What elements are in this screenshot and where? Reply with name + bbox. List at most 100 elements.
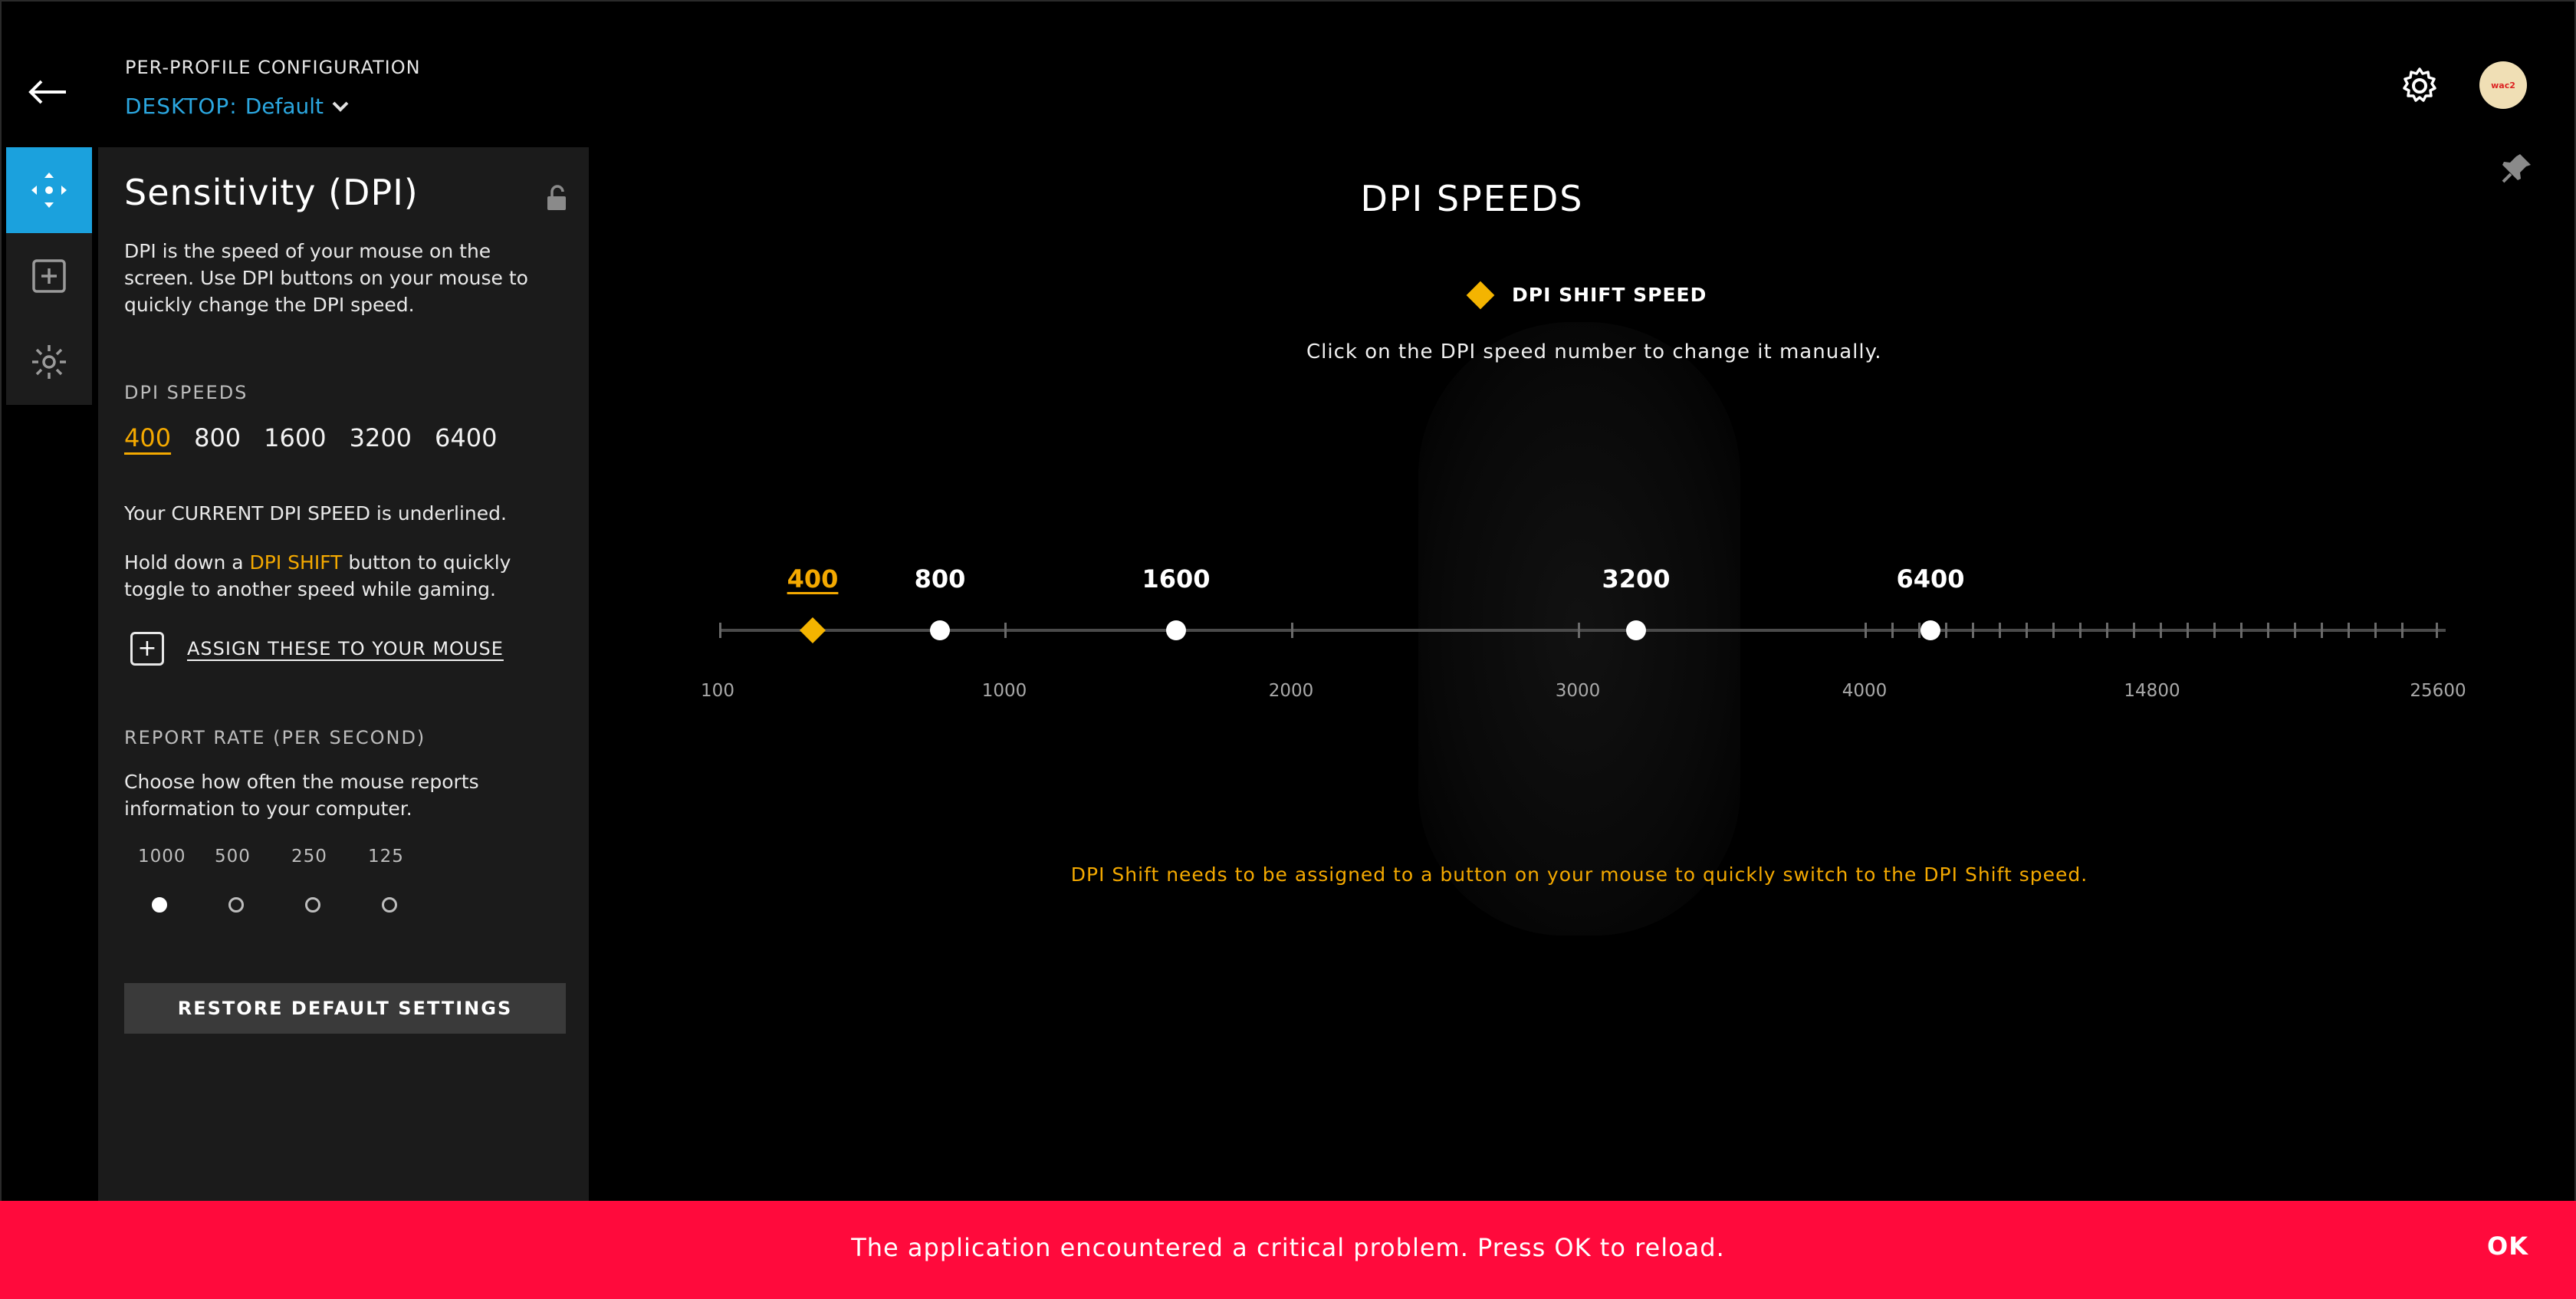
plus-box-icon — [32, 259, 66, 293]
dpi-shift-note-pre: Hold down a — [124, 551, 250, 574]
slider-tick — [1999, 623, 2001, 638]
dpi-speed-list: 400 800 1600 3200 6400 — [124, 423, 497, 452]
pin-icon — [2502, 154, 2531, 183]
assign-to-mouse-link[interactable]: + ASSIGN THESE TO YOUR MOUSE — [130, 632, 504, 666]
slider-tick — [2321, 623, 2323, 638]
tool-rail — [6, 147, 92, 405]
slider-tick — [2106, 623, 2108, 638]
panel-title: Sensitivity (DPI) — [124, 172, 419, 213]
report-rate-option: 1000 — [138, 847, 215, 913]
report-rate-heading: REPORT RATE (PER SECOND) — [124, 727, 426, 748]
slider-tick — [1578, 623, 1580, 638]
slider-tick — [2160, 623, 2162, 638]
axis-label: 100 — [701, 681, 734, 701]
report-rate-radio-1000[interactable] — [152, 897, 167, 913]
axis-label: 25600 — [2410, 681, 2466, 701]
profile-value: Default — [245, 94, 324, 119]
slider-tick — [2294, 623, 2296, 638]
axis-label: 2000 — [1268, 681, 1314, 701]
report-rate-description: Choose how often the mouse reports infor… — [124, 771, 479, 820]
error-banner: The application encountered a critical p… — [0, 1201, 2576, 1299]
profile-dropdown[interactable]: DESKTOP: Default — [125, 94, 350, 119]
report-rate-label: 500 — [215, 847, 251, 867]
dpi-shift-word: DPI SHIFT — [249, 551, 343, 574]
slider-tick — [1891, 623, 1894, 638]
dpi-speed-800[interactable]: 800 — [194, 423, 241, 452]
report-rate-radio-250[interactable] — [305, 897, 320, 913]
unlock-icon[interactable] — [544, 184, 569, 212]
dpi-speed-6400[interactable]: 6400 — [435, 423, 497, 452]
settings-button[interactable] — [2397, 63, 2443, 109]
dpi-shift-handle[interactable] — [800, 617, 826, 643]
slider-tick — [2267, 623, 2269, 638]
dpi-handle-3200[interactable] — [1626, 620, 1646, 640]
slider-tick — [2374, 623, 2377, 638]
slider-tick — [2213, 623, 2216, 638]
error-message: The application encountered a critical p… — [851, 1233, 1725, 1262]
move-arrows-icon — [31, 173, 67, 208]
slider-tick — [2079, 623, 2082, 638]
rail-item-sensitivity[interactable] — [6, 147, 92, 233]
report-rate-option: 125 — [368, 847, 445, 913]
slider-tick — [1004, 623, 1007, 638]
dpi-shift-legend-label: DPI SHIFT SPEED — [1512, 284, 1707, 306]
diamond-icon — [1466, 281, 1495, 309]
axis-label: 14800 — [2124, 681, 2180, 701]
report-rate-radio-125[interactable] — [382, 897, 397, 913]
arrow-left-icon — [28, 80, 66, 104]
slider-tick — [2348, 623, 2350, 638]
report-rate-options: 1000 500 250 125 — [138, 847, 445, 913]
dpi-speed-label-6400[interactable]: 6400 — [1896, 564, 1964, 594]
report-rate-label: 250 — [291, 847, 327, 867]
slider-tick — [1972, 623, 1974, 638]
detach-button[interactable] — [2499, 150, 2535, 186]
manual-change-hint: Click on the DPI speed number to change … — [1306, 340, 1882, 363]
slider-tick — [2240, 623, 2242, 638]
dpi-shift-warning: DPI Shift needs to be assigned to a butt… — [1070, 863, 2088, 886]
slider-tick — [1291, 623, 1293, 638]
sun-icon — [32, 345, 66, 379]
slider-tick — [2052, 623, 2055, 638]
back-button[interactable] — [23, 71, 72, 113]
current-speed-note: Your CURRENT DPI SPEED is underlined. — [124, 502, 507, 525]
report-rate-option: 250 — [291, 847, 368, 913]
restore-defaults-button[interactable]: RESTORE DEFAULT SETTINGS — [124, 983, 566, 1034]
axis-label: 3000 — [1555, 681, 1601, 701]
report-rate-label: 1000 — [138, 847, 186, 867]
dpi-speed-3200[interactable]: 3200 — [350, 423, 412, 452]
dpi-speed-label-1600[interactable]: 1600 — [1142, 564, 1210, 594]
sensitivity-panel: Sensitivity (DPI) DPI is the speed of yo… — [98, 147, 589, 1201]
plus-box-icon: + — [130, 632, 164, 666]
ok-button[interactable]: OK — [2487, 1232, 2528, 1261]
slider-tick — [2401, 623, 2404, 638]
assign-to-mouse-label: ASSIGN THESE TO YOUR MOUSE — [187, 638, 504, 659]
slider-tick — [2133, 623, 2135, 638]
rail-item-lighting[interactable] — [6, 319, 92, 405]
avatar[interactable]: wac2 — [2479, 61, 2527, 109]
report-rate-option: 500 — [215, 847, 291, 913]
chevron-down-icon — [332, 101, 349, 112]
dpi-handle-1600[interactable] — [1166, 620, 1186, 640]
slider-tick — [1945, 623, 1947, 638]
slider-tick — [719, 623, 721, 638]
dpi-handle-800[interactable] — [930, 620, 950, 640]
profile-key: DESKTOP: — [125, 94, 238, 119]
report-rate-label: 125 — [368, 847, 404, 867]
slider-tick — [2026, 623, 2028, 638]
axis-label: 1000 — [981, 681, 1027, 701]
gear-icon — [2403, 67, 2436, 102]
dpi-shift-note: Hold down a DPI SHIFT button to quickly … — [124, 549, 569, 603]
report-rate-radio-500[interactable] — [228, 897, 244, 913]
dpi-speed-label-3200[interactable]: 3200 — [1602, 564, 1670, 594]
main-title: DPI SPEEDS — [1360, 178, 1584, 219]
dpi-slider[interactable]: 400 800 1600 3200 6400 100 1000 2000 300… — [701, 537, 2466, 721]
dpi-shift-speed-label[interactable]: 400 — [787, 564, 839, 594]
panel-description: DPI is the speed of your mouse on the sc… — [124, 240, 528, 316]
slider-tick — [1865, 623, 1867, 638]
dpi-handle-6400[interactable] — [1921, 620, 1940, 640]
profile-config-label: PER-PROFILE CONFIGURATION — [125, 57, 421, 78]
dpi-speed-label-800[interactable]: 800 — [915, 564, 966, 594]
dpi-speed-400[interactable]: 400 — [124, 423, 171, 452]
rail-item-assignments[interactable] — [6, 233, 92, 319]
dpi-speed-1600[interactable]: 1600 — [264, 423, 326, 452]
